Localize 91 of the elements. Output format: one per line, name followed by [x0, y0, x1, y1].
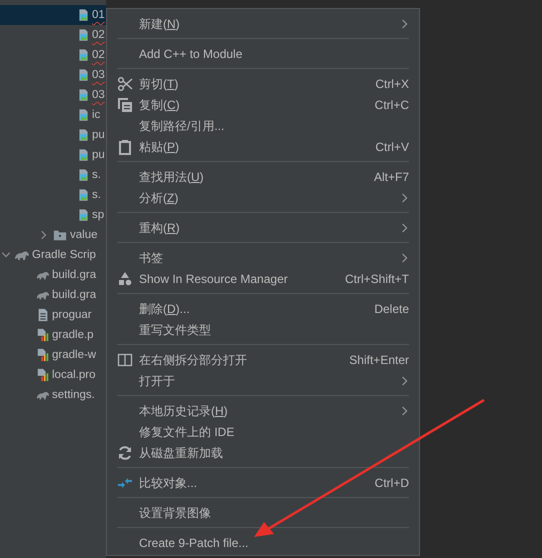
tree-row[interactable]: settings. [0, 385, 106, 405]
menu-item[interactable]: 新建(N) [107, 13, 419, 34]
properties-file-icon [36, 327, 50, 343]
image-file-icon [77, 187, 90, 203]
properties-file-icon [36, 367, 50, 383]
image-file-icon [77, 167, 90, 183]
shortcut-text: Delete [374, 300, 409, 318]
menu-item[interactable]: 比较对象... Ctrl+D [107, 472, 419, 493]
menu-item[interactable]: 查找用法(U) Alt+F7 [107, 166, 419, 187]
shortcut-text: Ctrl+V [375, 138, 409, 156]
clipboard-icon [117, 138, 133, 154]
menu-item[interactable]: 本地历史记录(H) [107, 400, 419, 421]
menu-item[interactable]: 复制(C) Ctrl+C [107, 94, 419, 115]
tree-row[interactable]: gradle-w [0, 345, 106, 365]
shortcut-text: Ctrl+D [374, 474, 409, 492]
tree-row[interactable]: 01 [0, 5, 106, 25]
properties-file-icon [36, 347, 50, 363]
folder-icon [52, 228, 68, 242]
reload-icon [117, 444, 133, 460]
image-file-icon [77, 7, 90, 23]
file-name: pu [92, 128, 105, 143]
image-file-icon [77, 127, 90, 143]
tree-row[interactable]: ic [0, 105, 106, 125]
menu-item[interactable]: 重构(R) [107, 217, 419, 238]
file-name: local.pro [52, 368, 96, 383]
menu-item[interactable]: 重写文件类型 [107, 319, 419, 340]
tree-row[interactable]: gradle.p [0, 325, 106, 345]
tree-row[interactable]: build.gra [0, 285, 106, 305]
shortcut-text: Alt+F7 [374, 168, 409, 186]
file-name: 02 [92, 28, 105, 43]
menu-item[interactable]: Add C++ to Module [107, 43, 419, 64]
file-name: s. [92, 168, 101, 183]
menu-item[interactable]: 复制路径/引用... [107, 115, 419, 136]
tree-row[interactable]: build.gra [0, 265, 106, 285]
file-name: proguar [52, 308, 92, 323]
file-name: ic [92, 108, 100, 123]
image-file-icon [77, 147, 90, 163]
file-name: build.gra [52, 268, 96, 283]
tree-row[interactable]: s. [0, 185, 106, 205]
menu-item[interactable]: 删除(D)... Delete [107, 298, 419, 319]
file-name: gradle.p [52, 328, 94, 343]
tree-row[interactable]: value [0, 225, 106, 245]
menu-item[interactable]: 修复文件上的 IDE [107, 421, 419, 442]
file-name: Gradle Scrip [32, 248, 96, 263]
menu-item[interactable]: 分析(Z) [107, 187, 419, 208]
copy-icon [117, 96, 133, 112]
menu-item[interactable]: Show In Resource Manager Ctrl+Shift+T [107, 268, 419, 289]
shapes-icon [117, 270, 133, 286]
file-name: 02 [92, 48, 105, 63]
file-name: build.gra [52, 288, 96, 303]
image-file-icon [77, 47, 90, 63]
image-file-icon [77, 87, 90, 103]
menu-item[interactable]: Create 9-Patch file... [107, 532, 419, 553]
file-name: value [70, 228, 98, 243]
tree-row[interactable]: 03 [0, 65, 106, 85]
image-file-icon [77, 27, 90, 43]
file-name: 03 [92, 68, 105, 83]
file-name: 01 [92, 8, 105, 23]
tree-row[interactable]: proguar [0, 305, 106, 325]
image-file-icon [77, 207, 90, 223]
menu-item[interactable]: 打开于 [107, 370, 419, 391]
shortcut-text: Ctrl+X [375, 76, 409, 92]
shortcut-text: Ctrl+C [374, 96, 409, 114]
tree-row[interactable]: sp [0, 205, 106, 225]
text-file-icon [36, 307, 50, 323]
scissors-icon [117, 76, 133, 92]
image-file-icon [77, 107, 90, 123]
tree-row[interactable]: s. [0, 165, 106, 185]
file-name: gradle-w [52, 348, 96, 363]
tree-row[interactable]: 03 [0, 85, 106, 105]
tree-row[interactable]: Gradle Scrip [0, 245, 106, 265]
tree-row[interactable]: pu [0, 125, 106, 145]
file-name: pu [92, 148, 105, 163]
file-name: sp [92, 208, 104, 223]
file-name: s. [92, 188, 101, 203]
menu-item[interactable]: 从磁盘重新加载 [107, 442, 419, 463]
image-file-icon [77, 67, 90, 83]
menu-item[interactable]: 书签 [107, 247, 419, 268]
shortcut-text: Shift+Enter [349, 352, 409, 368]
tree-row[interactable]: local.pro [0, 365, 106, 385]
menu-item[interactable]: 粘贴(P) Ctrl+V [107, 136, 419, 157]
shortcut-text: Ctrl+Shift+T [344, 270, 409, 288]
menu-item[interactable]: 剪切(T) Ctrl+X [107, 73, 419, 94]
menu-item[interactable]: 在右侧拆分部分打开 Shift+Enter [107, 349, 419, 370]
tree-row[interactable]: 02 [0, 25, 106, 45]
file-name: settings. [52, 388, 95, 403]
split-view-icon [117, 352, 133, 368]
tree-row[interactable]: pu [0, 145, 106, 165]
menu-item[interactable]: 设置背景图像 [107, 502, 419, 523]
file-name: 03 [92, 88, 105, 103]
tree-row[interactable]: 02 [0, 45, 106, 65]
